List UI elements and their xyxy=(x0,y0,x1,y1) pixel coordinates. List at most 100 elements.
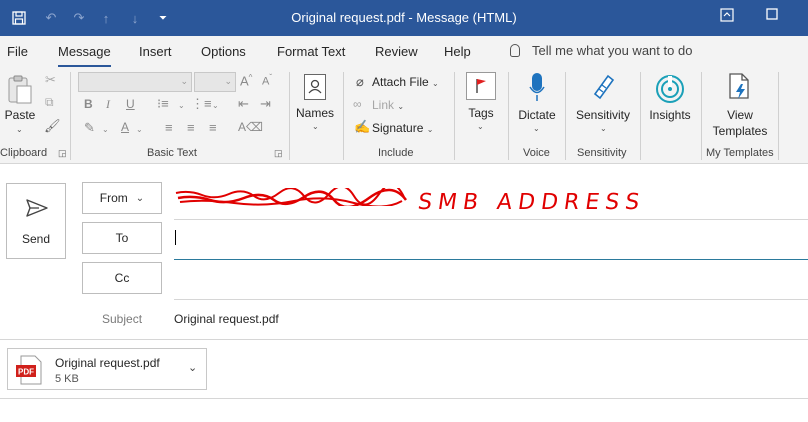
separator xyxy=(640,72,641,160)
group-label-voice: Voice xyxy=(523,147,550,159)
attachment-chip[interactable]: PDF Original request.pdf 5 KB ⌄ xyxy=(7,348,207,390)
italic-icon: I xyxy=(106,97,110,111)
send-icon xyxy=(25,196,49,220)
attachment-name: Original request.pdf xyxy=(55,356,160,370)
font-family-combo: ⌄ xyxy=(78,72,192,92)
basic-text-launcher-icon[interactable]: ◲ xyxy=(274,148,283,159)
flag-icon[interactable] xyxy=(466,72,496,100)
handwritten-annotation: SMB ADDRESS xyxy=(416,190,647,215)
text-cursor xyxy=(175,230,176,245)
shrink-font-icon: Aˇ xyxy=(262,73,273,88)
tell-me-search[interactable]: Tell me what you want to do xyxy=(510,43,692,58)
cc-button[interactable]: Cc xyxy=(82,262,162,294)
group-label-include: Include xyxy=(378,147,414,159)
link-icon: ∞ xyxy=(353,97,362,111)
to-field-underline[interactable] xyxy=(174,259,808,260)
tags-chevron-icon[interactable]: ⌄ xyxy=(477,122,484,131)
font-color-icon: A xyxy=(121,120,130,134)
from-button[interactable]: From ⌄ xyxy=(82,182,162,214)
group-label-my-templates: My Templates xyxy=(706,147,774,159)
signature-icon: ✍ xyxy=(354,119,371,134)
lightbulb-icon xyxy=(510,44,520,57)
separator xyxy=(565,72,566,160)
tab-message[interactable]: Message xyxy=(58,44,111,67)
tab-format-text[interactable]: Format Text xyxy=(277,44,345,59)
microphone-icon[interactable] xyxy=(528,72,546,104)
decrease-indent-icon: ⇤ xyxy=(238,96,249,111)
font-color-chevron-icon: ⌄ xyxy=(136,125,143,134)
dictate-button[interactable]: Dictate xyxy=(513,108,561,122)
send-label: Send xyxy=(21,232,51,246)
align-left-icon: ≡ xyxy=(165,120,173,135)
subject-input[interactable]: Original request.pdf xyxy=(174,312,279,326)
from-label: From xyxy=(99,191,128,205)
pdf-file-icon: PDF xyxy=(15,355,43,385)
paste-icon[interactable] xyxy=(6,74,34,106)
view-templates-icon[interactable] xyxy=(728,72,752,102)
tab-insert[interactable]: Insert xyxy=(139,44,172,59)
dictate-chevron-icon[interactable]: ⌄ xyxy=(533,124,540,133)
attach-file-label: Attach File xyxy=(372,75,429,89)
numbering-icon: ⋮≡ xyxy=(191,96,212,111)
cc-field-underline[interactable] xyxy=(174,299,808,300)
separator xyxy=(508,72,509,160)
attachment-divider xyxy=(0,398,808,399)
tab-help[interactable]: Help xyxy=(444,44,471,59)
from-address-redacted xyxy=(174,183,410,209)
group-label-basic-text: Basic Text xyxy=(147,147,197,159)
clipboard-launcher-icon[interactable]: ◲ xyxy=(58,148,67,159)
bullets-icon: ⁝≡ xyxy=(157,96,169,111)
bold-icon: B xyxy=(84,97,93,111)
sensitivity-button[interactable]: Sensitivity xyxy=(570,108,636,122)
cut-icon: ✂ xyxy=(45,72,56,87)
separator xyxy=(454,72,455,160)
tags-button[interactable]: Tags xyxy=(459,106,503,120)
link-label: Link xyxy=(372,98,395,112)
insights-icon[interactable] xyxy=(654,73,686,105)
copy-icon: ⧉ xyxy=(45,95,54,109)
underline-icon: U xyxy=(126,97,135,111)
ribbon-display-icon[interactable] xyxy=(720,8,734,25)
paste-button[interactable]: Paste xyxy=(4,108,36,122)
tab-file[interactable]: File xyxy=(7,44,28,59)
insights-button[interactable]: Insights xyxy=(646,108,694,122)
paste-chevron-icon[interactable]: ⌄ xyxy=(16,125,23,134)
clear-formatting-icon: A⌫ xyxy=(238,120,263,134)
view-templates-line1[interactable]: View xyxy=(704,108,776,122)
bullets-chevron-icon: ⌄ xyxy=(178,101,185,110)
sensitivity-icon[interactable] xyxy=(590,72,616,102)
view-templates-line2[interactable]: Templates xyxy=(704,124,776,138)
cc-label: Cc xyxy=(114,271,130,285)
signature-button[interactable]: Signature ⌄ xyxy=(372,121,433,135)
ribbon-tabs: File Message Insert Options Format Text … xyxy=(0,36,808,68)
format-painter-icon[interactable]: 🖌 xyxy=(44,118,61,134)
highlight-chevron-icon: ⌄ xyxy=(102,125,109,134)
ribbon: Paste ⌄ ✂ ⧉ 🖌 Clipboard ◲ ⌄ ⌄ A^ Aˇ B I … xyxy=(0,68,808,164)
increase-indent-icon: ⇥ xyxy=(260,96,271,111)
attach-file-button[interactable]: Attach File ⌄ xyxy=(372,75,439,89)
separator xyxy=(289,72,290,160)
group-label-sensitivity: Sensitivity xyxy=(577,147,627,159)
separator xyxy=(701,72,702,160)
send-button[interactable]: Send xyxy=(6,183,66,259)
group-label-clipboard: Clipboard xyxy=(0,147,48,159)
from-chevron-icon: ⌄ xyxy=(135,192,145,204)
numbering-chevron-icon: ⌄ xyxy=(212,101,219,110)
sensitivity-chevron-icon[interactable]: ⌄ xyxy=(600,124,607,133)
grow-font-icon: A^ xyxy=(240,73,253,89)
separator xyxy=(343,72,344,160)
to-label: To xyxy=(115,231,129,245)
tell-me-text: Tell me what you want to do xyxy=(532,43,693,58)
attachment-chevron-icon[interactable]: ⌄ xyxy=(188,361,197,374)
pdf-icon-text: PDF xyxy=(18,368,34,377)
attachment-size: 5 KB xyxy=(55,373,79,385)
names-chevron-icon[interactable]: ⌄ xyxy=(312,122,319,131)
tab-options[interactable]: Options xyxy=(201,44,246,59)
names-button[interactable]: Names xyxy=(292,106,338,120)
to-button[interactable]: To xyxy=(82,222,162,254)
address-book-icon[interactable] xyxy=(304,74,326,100)
restore-window-icon[interactable] xyxy=(766,8,778,23)
compose-area: Send From ⌄ To Cc SMB ADDRESS Subject Or… xyxy=(0,164,808,422)
tab-review[interactable]: Review xyxy=(375,44,418,59)
window-title: Original request.pdf - Message (HTML) xyxy=(291,10,517,25)
